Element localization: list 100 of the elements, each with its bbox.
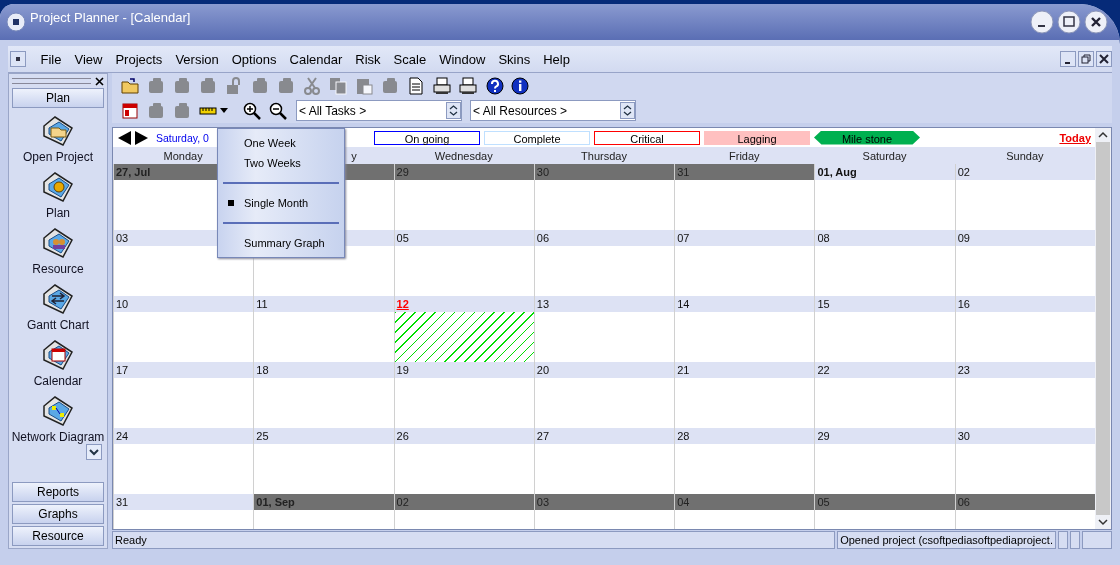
legend-item: On going bbox=[374, 130, 480, 145]
sidebar-item-label[interactable]: Calendar bbox=[33, 374, 83, 388]
date-header[interactable]: 28 bbox=[675, 428, 815, 444]
date-header[interactable]: 27 bbox=[534, 428, 675, 444]
date-header[interactable]: 18 bbox=[254, 362, 394, 378]
date-header[interactable]: 01, Aug bbox=[815, 164, 955, 180]
spinner-icon[interactable] bbox=[446, 102, 461, 119]
previous-arrow-icon[interactable] bbox=[118, 130, 132, 145]
menu-item[interactable]: View bbox=[67, 51, 109, 67]
weekday-header: Monday bbox=[162, 149, 204, 162]
current-date-label: Saturday, 0 bbox=[156, 131, 210, 144]
menu-option[interactable]: One Week bbox=[218, 133, 344, 153]
date-header[interactable]: 14 bbox=[675, 296, 815, 312]
sidebar-section-button[interactable]: Reports bbox=[12, 482, 104, 502]
date-header[interactable]: 10 bbox=[114, 296, 254, 312]
arrows-folder-icon[interactable] bbox=[41, 282, 75, 316]
date-header[interactable]: 29 bbox=[815, 428, 955, 444]
today-link[interactable]: Today bbox=[1059, 131, 1091, 144]
status-text: Ready bbox=[112, 531, 836, 549]
date-header[interactable]: 20 bbox=[534, 362, 675, 378]
calendar-icon[interactable] bbox=[120, 100, 140, 121]
date-header[interactable]: 09 bbox=[955, 230, 1095, 246]
document-menu-icon[interactable] bbox=[10, 51, 26, 67]
close-icon[interactable] bbox=[1096, 51, 1112, 67]
date-header[interactable]: 22 bbox=[815, 362, 955, 378]
resource-filter-dropdown[interactable]: < All Resources > bbox=[470, 100, 636, 121]
date-header[interactable]: 19 bbox=[394, 362, 534, 378]
date-header[interactable]: 25 bbox=[254, 428, 394, 444]
date-header[interactable]: 08 bbox=[815, 230, 955, 246]
printer-icon[interactable] bbox=[458, 75, 478, 96]
date-header[interactable]: 17 bbox=[114, 362, 254, 378]
date-header[interactable]: 30 bbox=[955, 428, 1095, 444]
menu-item[interactable]: Skins bbox=[491, 51, 537, 67]
date-header[interactable]: 26 bbox=[394, 428, 534, 444]
date-header[interactable]: 24 bbox=[114, 428, 254, 444]
sidebar-section-button[interactable]: Resource bbox=[12, 526, 104, 546]
minimize-icon[interactable] bbox=[1030, 10, 1054, 34]
printer-icon[interactable] bbox=[432, 75, 452, 96]
info-icon[interactable] bbox=[510, 75, 530, 96]
sidebar-item-label[interactable]: Network Diagram bbox=[12, 430, 104, 444]
menu-item[interactable]: Window bbox=[432, 51, 492, 67]
date-header[interactable]: 31 bbox=[114, 494, 254, 510]
weekday-header: Friday bbox=[728, 149, 761, 162]
sidebar-item-label[interactable]: Gantt Chart bbox=[27, 318, 89, 332]
date-header[interactable]: 06 bbox=[534, 230, 675, 246]
legend-item: Lagging bbox=[704, 130, 810, 145]
sidebar-item-label[interactable]: Plan bbox=[46, 206, 70, 220]
date-header[interactable]: 02 bbox=[955, 164, 1095, 180]
menu-item[interactable]: Scale bbox=[387, 51, 433, 67]
restore-icon[interactable] bbox=[1078, 51, 1094, 67]
date-header[interactable]: 13 bbox=[534, 296, 675, 312]
menu-item[interactable]: Options bbox=[225, 51, 284, 67]
sidebar-item-label[interactable]: Resource bbox=[32, 262, 84, 276]
zoom-out-icon[interactable] bbox=[268, 100, 288, 121]
date-header[interactable]: 07 bbox=[675, 230, 815, 246]
menu-option[interactable]: Single Month bbox=[218, 193, 344, 213]
menu-item[interactable]: Calendar bbox=[283, 51, 349, 67]
menu-item[interactable]: Help bbox=[536, 51, 577, 67]
network-folder-icon[interactable] bbox=[41, 394, 75, 428]
status-panel bbox=[1082, 531, 1112, 549]
close-icon[interactable] bbox=[1084, 10, 1108, 34]
help-icon[interactable] bbox=[484, 75, 504, 96]
legend-item: Critical bbox=[594, 130, 700, 145]
menu-item[interactable]: Projects bbox=[108, 51, 169, 67]
menu-item[interactable]: File bbox=[34, 51, 68, 67]
sidebar-section-button[interactable]: Plan bbox=[12, 88, 104, 108]
document-icon[interactable] bbox=[406, 75, 426, 96]
sidebar-item-label[interactable]: Open Project bbox=[22, 150, 93, 164]
sidebar-section-button[interactable]: Graphs bbox=[12, 504, 104, 524]
folder-icon[interactable] bbox=[120, 75, 140, 96]
task-filter-dropdown[interactable]: < All Tasks > bbox=[296, 100, 462, 121]
date-header[interactable]: 16 bbox=[955, 296, 1095, 312]
zoom-in-icon[interactable] bbox=[242, 100, 262, 121]
status-panel bbox=[1070, 531, 1080, 549]
status-text: Opened project (csoftpediasoftpediaproject. bbox=[837, 531, 1056, 549]
weekday-header: Thursday bbox=[580, 149, 628, 162]
minimize-icon[interactable] bbox=[1060, 51, 1076, 67]
scroll-down-icon[interactable] bbox=[86, 444, 102, 460]
status-panel bbox=[1058, 531, 1068, 549]
calendar-folder-icon[interactable] bbox=[41, 338, 75, 372]
vertical-scrollbar[interactable] bbox=[1095, 128, 1111, 529]
date-header[interactable]: 21 bbox=[675, 362, 815, 378]
people-folder-icon[interactable] bbox=[41, 226, 75, 260]
system-menu-icon[interactable] bbox=[6, 12, 26, 32]
date-header[interactable]: 11 bbox=[254, 296, 394, 312]
weekday-header: y bbox=[350, 149, 358, 162]
legend-item: Mile stone bbox=[814, 130, 920, 145]
maximize-icon[interactable] bbox=[1057, 10, 1081, 34]
date-header[interactable]: 15 bbox=[815, 296, 955, 312]
folder-icon[interactable] bbox=[41, 114, 75, 148]
caret-icon[interactable] bbox=[220, 108, 228, 113]
date-header[interactable]: 23 bbox=[955, 362, 1095, 378]
weekday-header: Saturday bbox=[861, 149, 908, 162]
menu-item[interactable]: Version bbox=[168, 51, 226, 67]
menu-item[interactable]: Risk bbox=[348, 51, 388, 67]
spinner-icon[interactable] bbox=[620, 102, 635, 119]
date-header[interactable]: 05 bbox=[394, 230, 534, 246]
close-icon[interactable] bbox=[95, 76, 104, 86]
window-title: Project Planner - [Calendar] bbox=[30, 10, 191, 25]
next-arrow-icon[interactable] bbox=[134, 130, 148, 145]
